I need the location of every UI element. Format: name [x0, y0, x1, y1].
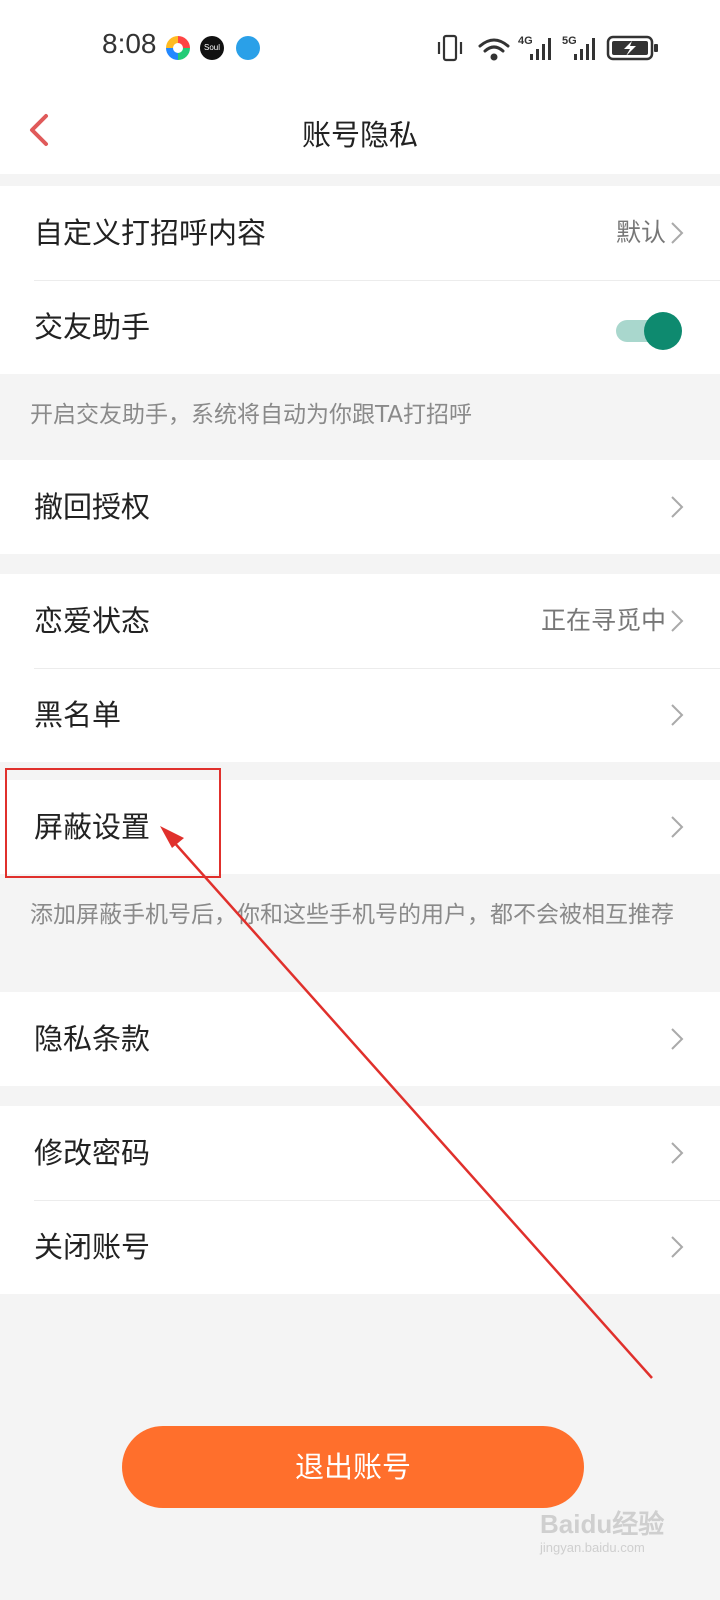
setting-row-dating-assistant: 交友助手	[0, 280, 720, 374]
setting-row-close-account[interactable]: 关闭账号	[0, 1200, 720, 1294]
setting-row-blacklist[interactable]: 黑名单	[0, 668, 720, 762]
colorful-app-icon	[166, 36, 190, 60]
nav-header: 账号隐私	[0, 96, 720, 174]
vibrate-icon	[437, 34, 463, 62]
settings-group-greeting: 自定义打招呼内容 默认 交友助手	[0, 186, 720, 374]
setting-label: 隐私条款	[34, 1022, 151, 1056]
setting-label: 交友助手	[34, 310, 151, 344]
block-settings-hint: 添加屏蔽手机号后，你和这些手机号的用户，都不会被相互推荐	[30, 902, 674, 928]
signal-4g-label: 4G	[518, 35, 533, 47]
chevron-right-icon	[671, 1028, 684, 1050]
chevron-right-icon	[671, 222, 684, 244]
wifi-icon	[478, 38, 510, 61]
battery-charging-icon	[606, 35, 658, 61]
setting-label: 屏蔽设置	[34, 810, 151, 844]
setting-label: 恋爱状态	[34, 604, 151, 638]
settings-group-revoke: 撤回授权	[0, 460, 720, 554]
setting-label: 撤回授权	[34, 490, 151, 524]
settings-group-privacy-terms: 隐私条款	[0, 992, 720, 1086]
setting-row-revoke-authorization[interactable]: 撤回授权	[0, 460, 720, 554]
setting-value: 正在寻觅中	[540, 606, 666, 635]
settings-group-block: 屏蔽设置	[0, 780, 720, 874]
baidu-watermark: Baidu经验 jingyan.baidu.com	[540, 1494, 690, 1564]
toggle-knob	[644, 312, 682, 350]
chevron-right-icon	[671, 704, 684, 726]
chevron-right-icon	[671, 610, 684, 632]
setting-label: 关闭账号	[34, 1230, 151, 1264]
dating-assistant-toggle[interactable]	[612, 312, 682, 350]
watermark-url: jingyan.baidu.com	[540, 1540, 645, 1555]
page-title: 账号隐私	[301, 118, 418, 152]
setting-label: 自定义打招呼内容	[34, 216, 267, 250]
chevron-right-icon	[671, 1142, 684, 1164]
signal-4g-icon: 4G	[518, 35, 551, 60]
setting-row-relationship-status[interactable]: 恋爱状态 正在寻觅中	[0, 574, 720, 668]
setting-row-change-password[interactable]: 修改密码	[0, 1106, 720, 1200]
watermark-logo: Baidu经验	[540, 1509, 665, 1539]
status-bar: 8:08 Soul 4G 5G	[0, 0, 720, 96]
chevron-right-icon	[671, 1236, 684, 1258]
settings-group-account: 修改密码 关闭账号	[0, 1106, 720, 1294]
setting-label: 黑名单	[34, 698, 122, 732]
setting-value: 默认	[615, 218, 666, 247]
chevron-right-icon	[671, 496, 684, 518]
chevron-right-icon	[671, 816, 684, 838]
blue-app-icon	[236, 36, 260, 60]
signal-5g-label: 5G	[562, 35, 577, 47]
system-status-icons: 4G 5G	[437, 34, 658, 62]
setting-label: 修改密码	[34, 1136, 151, 1170]
logout-button[interactable]: 退出账号	[122, 1426, 584, 1508]
status-time: 8:08	[102, 28, 157, 59]
settings-group-relationship: 恋爱状态 正在寻觅中 黑名单	[0, 574, 720, 762]
setting-row-custom-greeting[interactable]: 自定义打招呼内容 默认	[0, 186, 720, 280]
dating-assistant-hint: 开启交友助手，系统将自动为你跟TA打招呼	[30, 402, 472, 428]
setting-row-privacy-terms[interactable]: 隐私条款	[0, 992, 720, 1086]
signal-5g-icon: 5G	[562, 35, 595, 60]
soul-app-icon: Soul	[200, 36, 224, 60]
setting-row-block-settings[interactable]: 屏蔽设置	[0, 780, 720, 874]
